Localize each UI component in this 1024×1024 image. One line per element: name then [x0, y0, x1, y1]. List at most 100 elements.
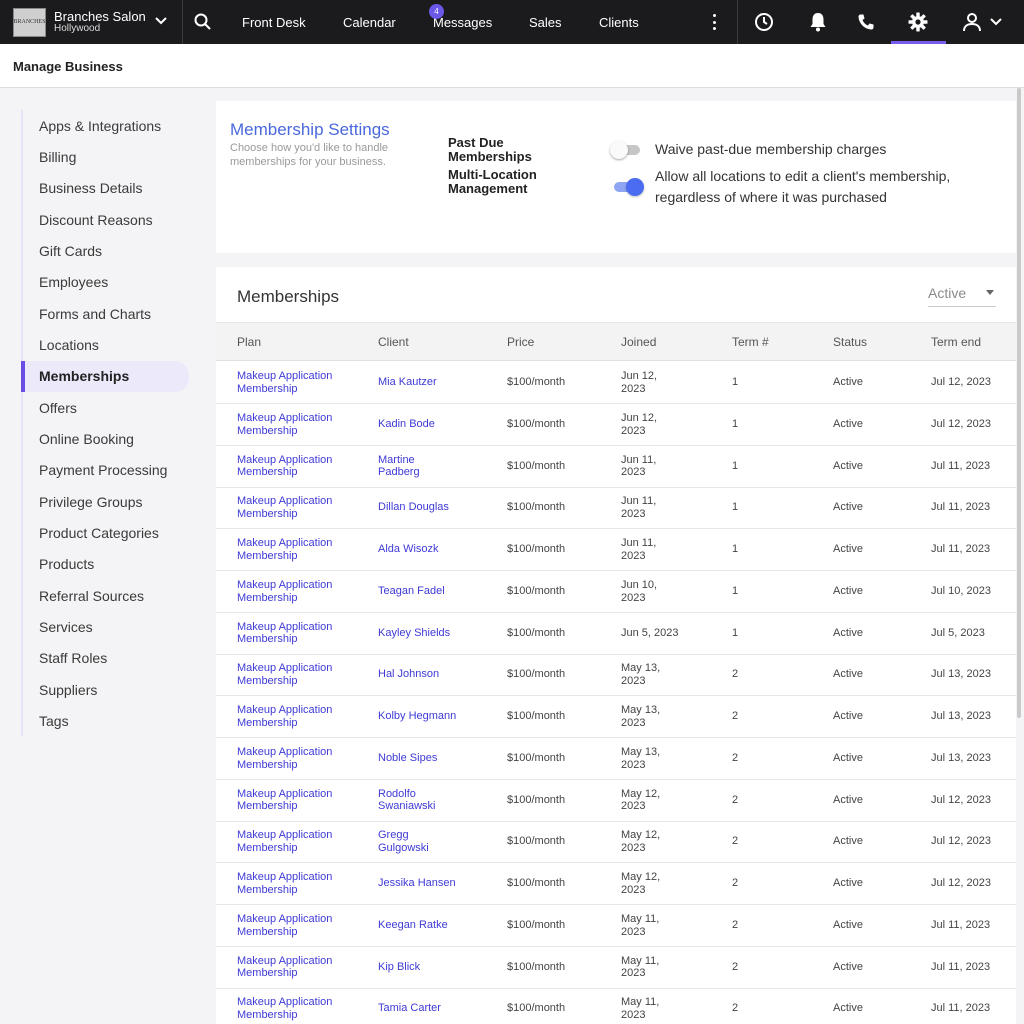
plan-link[interactable]: Makeup Application Membership — [237, 788, 332, 814]
status-cell: Active — [833, 751, 863, 764]
table-row[interactable]: Makeup Application Membership Kip Blick $10… — [216, 947, 1016, 989]
page-scrollbar[interactable] — [1017, 88, 1021, 718]
status-filter-select[interactable]: Active — [928, 285, 996, 307]
column-header-plan[interactable]: Plan — [237, 335, 261, 349]
client-link[interactable]: Dillan Douglas — [378, 501, 449, 514]
sidebar-item-product-categories[interactable]: Product Categories — [23, 518, 189, 549]
client-link-line: Padberg — [378, 466, 420, 479]
sidebar-item-privilege-groups[interactable]: Privilege Groups — [23, 486, 189, 517]
column-header-term-end[interactable]: Term end — [931, 335, 981, 349]
table-row[interactable]: Makeup Application Membership Gregg Gulgows… — [216, 821, 1016, 864]
table-row[interactable]: Makeup Application Membership Tamia Carter… — [216, 988, 1016, 1024]
nav-link-clients[interactable]: Clients — [599, 15, 639, 30]
client-link[interactable]: Rodolfo Swaniawski — [378, 788, 435, 814]
settings-button[interactable] — [900, 0, 936, 44]
plan-link[interactable]: Makeup Application Membership — [237, 704, 332, 730]
nav-link-sales[interactable]: Sales — [529, 15, 562, 30]
sidebar-item-offers[interactable]: Offers — [23, 392, 189, 423]
client-link[interactable]: Kolby Hegmann — [378, 710, 456, 723]
column-header-term[interactable]: Term # — [732, 335, 769, 349]
plan-link[interactable]: Makeup Application Membership — [237, 996, 332, 1022]
plan-link[interactable]: Makeup Application Membership — [237, 537, 332, 563]
client-link[interactable]: Gregg Gulgowski — [378, 829, 429, 855]
nav-link-front-desk[interactable]: Front Desk — [242, 15, 306, 30]
plan-link[interactable]: Makeup Application Membership — [237, 829, 332, 855]
column-header-status[interactable]: Status — [833, 335, 867, 349]
table-row[interactable]: Makeup Application Membership Kadin Bode $1… — [216, 404, 1016, 446]
sidebar-item-referral-sources[interactable]: Referral Sources — [23, 580, 189, 611]
table-row[interactable]: Makeup Application Membership Keegan Ratke… — [216, 905, 1016, 947]
plan-link-line: Makeup Application — [237, 411, 333, 424]
client-link[interactable]: Kip Blick — [378, 961, 420, 974]
location-switcher[interactable]: BRANCHES Branches Salon Hollywood — [0, 0, 183, 44]
plan-link[interactable]: Makeup Application Membership — [237, 579, 332, 605]
sidebar-item-billing[interactable]: Billing — [23, 141, 189, 172]
column-header-price[interactable]: Price — [507, 335, 534, 349]
sidebar-item-business-details[interactable]: Business Details — [23, 173, 189, 204]
nav-link-messages[interactable]: Messages — [433, 15, 492, 30]
sidebar-item-tags[interactable]: Tags — [23, 706, 189, 737]
plan-link[interactable]: Makeup Application Membership — [237, 662, 332, 688]
phone-button[interactable] — [848, 0, 884, 44]
waive-past-due-toggle[interactable] — [610, 141, 642, 159]
plan-link[interactable]: Makeup Application Membership — [237, 871, 332, 897]
table-row[interactable]: Makeup Application Membership Hal Johnson $… — [216, 654, 1016, 697]
clock-button[interactable] — [746, 0, 782, 44]
client-link[interactable]: Alda Wisozk — [378, 543, 439, 556]
client-link[interactable]: Kadin Bode — [378, 418, 435, 431]
table-row[interactable]: Makeup Application Membership Kayley Shiel… — [216, 613, 1016, 655]
column-header-joined[interactable]: Joined — [621, 335, 656, 349]
table-row[interactable]: Makeup Application Membership Jessika Hans… — [216, 863, 1016, 905]
client-link[interactable]: Tamia Carter — [378, 1002, 441, 1015]
search-button[interactable] — [183, 0, 223, 44]
table-row[interactable]: Makeup Application Membership Noble Sipes $… — [216, 738, 1016, 780]
sidebar-item-products[interactable]: Products — [23, 549, 189, 580]
plan-link[interactable]: Makeup Application Membership — [237, 913, 332, 939]
joined-cell-line: May 13, — [621, 745, 661, 758]
column-header-client[interactable]: Client — [378, 335, 409, 349]
client-link[interactable]: Mia Kautzer — [378, 376, 437, 389]
sidebar-item-memberships[interactable]: Memberships — [21, 360, 189, 392]
multi-location-toggle[interactable] — [612, 178, 644, 196]
client-link[interactable]: Kayley Shields — [378, 627, 450, 640]
plan-link[interactable]: Makeup Application Membership — [237, 454, 332, 480]
account-menu[interactable] — [954, 0, 1010, 44]
plan-link[interactable]: Makeup Application Membership — [237, 746, 332, 772]
sidebar-item-payment-processing[interactable]: Payment Processing — [23, 455, 189, 486]
client-link[interactable]: Teagan Fadel — [378, 585, 445, 598]
sidebar-item-locations[interactable]: Locations — [23, 329, 189, 360]
table-row[interactable]: Makeup Application Membership Dillan Dougl… — [216, 487, 1016, 530]
plan-link[interactable]: Makeup Application Membership — [237, 955, 332, 981]
table-row[interactable]: Makeup Application Membership Teagan Fadel… — [216, 571, 1016, 613]
status-cell: Active — [833, 501, 863, 514]
notifications-button[interactable] — [800, 0, 836, 44]
sidebar-item-staff-roles[interactable]: Staff Roles — [23, 643, 189, 674]
sidebar-item-apps-and-integrations[interactable]: Apps & Integrations — [23, 110, 189, 141]
client-link[interactable]: Keegan Ratke — [378, 919, 448, 932]
sidebar-item-services[interactable]: Services — [23, 612, 189, 643]
sidebar-item-employees[interactable]: Employees — [23, 267, 189, 298]
plan-link[interactable]: Makeup Application Membership — [237, 495, 332, 521]
table-row[interactable]: Makeup Application Membership Alda Wisozk $… — [216, 529, 1016, 571]
sidebar-item-online-booking[interactable]: Online Booking — [23, 424, 189, 455]
table-row[interactable]: Makeup Application Membership Martine Padbe… — [216, 446, 1016, 488]
plan-link[interactable]: Makeup Application Membership — [237, 412, 332, 438]
sidebar-item-discount-reasons[interactable]: Discount Reasons — [23, 204, 189, 235]
status-cell: Active — [833, 960, 863, 973]
sidebar-item-suppliers[interactable]: Suppliers — [23, 674, 189, 705]
table-row[interactable]: Makeup Application Membership Rodolfo Swani… — [216, 780, 1016, 822]
table-row[interactable]: Makeup Application Membership Mia Kautzer $… — [216, 362, 1016, 404]
client-link[interactable]: Noble Sipes — [378, 752, 437, 765]
sidebar-item-forms-and-charts[interactable]: Forms and Charts — [23, 298, 189, 329]
more-menu-icon[interactable] — [706, 12, 722, 32]
client-link-line: Kadin Bode — [378, 417, 435, 430]
client-link[interactable]: Hal Johnson — [378, 668, 439, 681]
sidebar-item-gift-cards[interactable]: Gift Cards — [23, 235, 189, 266]
plan-link[interactable]: Makeup Application Membership — [237, 621, 332, 647]
table-row[interactable]: Makeup Application Membership Kolby Hegman… — [216, 696, 1016, 738]
plan-link[interactable]: Makeup Application Membership — [237, 370, 332, 396]
client-link[interactable]: Jessika Hansen — [378, 877, 456, 890]
memberships-card: Memberships Active Plan Client Price Joined… — [216, 267, 1016, 1024]
nav-link-calendar[interactable]: Calendar — [343, 15, 396, 30]
client-link[interactable]: Martine Padberg — [378, 454, 420, 480]
